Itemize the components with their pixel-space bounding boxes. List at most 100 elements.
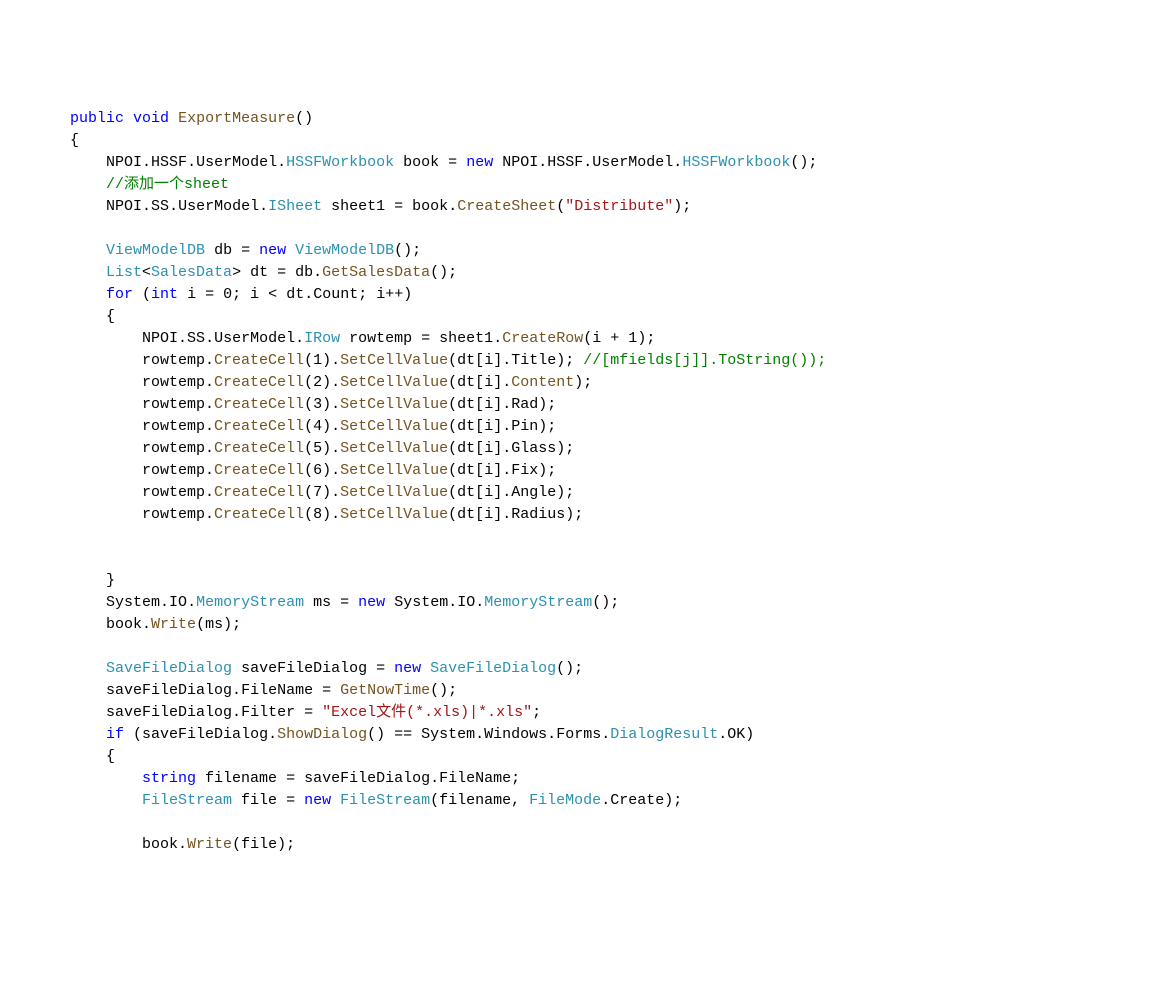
variable: saveFileDialog xyxy=(106,682,232,699)
variable: dt xyxy=(457,462,475,479)
variable: filename xyxy=(439,792,511,809)
variable: book xyxy=(106,616,142,633)
type: HSSF xyxy=(547,154,583,171)
variable: rowtemp xyxy=(349,330,412,347)
brace-open: { xyxy=(106,748,115,765)
variable: i xyxy=(484,352,493,369)
method: CreateCell xyxy=(214,374,304,391)
keyword-void: void xyxy=(133,110,169,127)
variable: db xyxy=(214,242,232,259)
method: CreateCell xyxy=(214,506,304,523)
property: OK xyxy=(727,726,745,743)
variable: filename xyxy=(205,770,277,787)
variable: i xyxy=(484,506,493,523)
variable: sheet1 xyxy=(439,330,493,347)
number: 8 xyxy=(313,506,322,523)
type: DialogResult xyxy=(610,726,718,743)
method: SetCellValue xyxy=(340,374,448,391)
variable: i xyxy=(187,286,196,303)
type: FileStream xyxy=(340,792,430,809)
variable: i xyxy=(484,484,493,501)
method: CreateRow xyxy=(502,330,583,347)
variable: rowtemp xyxy=(142,418,205,435)
code-line: public void ExportMeasure() xyxy=(70,110,313,127)
number: 4 xyxy=(313,418,322,435)
brace-open: { xyxy=(106,308,115,325)
code-line: rowtemp.CreateCell(1).SetCellValue(dt[i]… xyxy=(70,352,826,369)
variable: dt xyxy=(457,352,475,369)
variable: i xyxy=(376,286,385,303)
type: Windows xyxy=(484,726,547,743)
type: SaveFileDialog xyxy=(430,660,556,677)
variable: dt xyxy=(457,418,475,435)
type: ViewModelDB xyxy=(295,242,394,259)
type: ISheet xyxy=(268,198,322,215)
code-line: saveFileDialog.FileName = GetNowTime(); xyxy=(70,682,457,699)
type: System xyxy=(394,594,448,611)
type: IRow xyxy=(304,330,340,347)
operator: < xyxy=(268,286,277,303)
type: FileStream xyxy=(142,792,232,809)
code-line: rowtemp.CreateCell(2).SetCellValue(dt[i]… xyxy=(70,374,592,391)
variable: ms xyxy=(205,616,223,633)
code-line: rowtemp.CreateCell(6).SetCellValue(dt[i]… xyxy=(70,462,556,479)
variable: book xyxy=(403,154,439,171)
variable: rowtemp xyxy=(142,462,205,479)
keyword-new: new xyxy=(466,154,493,171)
keyword-new: new xyxy=(358,594,385,611)
code-line: { xyxy=(70,308,115,325)
code-line: rowtemp.CreateCell(8).SetCellValue(dt[i]… xyxy=(70,506,583,523)
code-line: if (saveFileDialog.ShowDialog() == Syste… xyxy=(70,726,754,743)
code-line: } xyxy=(70,572,115,589)
method-name: ExportMeasure xyxy=(178,110,295,127)
type: NPOI xyxy=(142,330,178,347)
variable: dt xyxy=(286,286,304,303)
method: CreateSheet xyxy=(457,198,556,215)
string: "Excel文件(*.xls)|*.xls" xyxy=(322,704,532,721)
code-line: //添加一个sheet xyxy=(70,176,229,193)
code-block: public void ExportMeasure() { NPOI.HSSF.… xyxy=(70,108,1131,856)
code-line: { xyxy=(70,748,115,765)
operator: ++ xyxy=(385,286,403,303)
keyword-int: int xyxy=(151,286,178,303)
variable: rowtemp xyxy=(142,352,205,369)
variable: dt xyxy=(457,374,475,391)
type: List xyxy=(106,264,142,281)
string: "Distribute" xyxy=(565,198,673,215)
variable: rowtemp xyxy=(142,484,205,501)
number: 6 xyxy=(313,462,322,479)
type: System xyxy=(421,726,475,743)
code-line: rowtemp.CreateCell(5).SetCellValue(dt[i]… xyxy=(70,440,574,457)
code-line: { xyxy=(70,132,79,149)
variable: file xyxy=(241,792,277,809)
variable: rowtemp xyxy=(142,396,205,413)
method: SetCellValue xyxy=(340,352,448,369)
method: SetCellValue xyxy=(340,418,448,435)
variable: dt xyxy=(457,484,475,501)
operator: + xyxy=(610,330,619,347)
method: CreateCell xyxy=(214,462,304,479)
type: IO xyxy=(169,594,187,611)
type: NPOI xyxy=(502,154,538,171)
variable: i xyxy=(592,330,601,347)
code-line: SaveFileDialog saveFileDialog = new Save… xyxy=(70,660,583,677)
variable: i xyxy=(484,462,493,479)
code-line: NPOI.HSSF.UserModel.HSSFWorkbook book = … xyxy=(70,154,817,171)
variable: i xyxy=(484,418,493,435)
property: Count xyxy=(313,286,358,303)
code-line: for (int i = 0; i < dt.Count; i++) xyxy=(70,286,412,303)
property: Angle xyxy=(511,484,556,501)
method: CreateCell xyxy=(214,352,304,369)
code-line: string filename = saveFileDialog.FileNam… xyxy=(70,770,520,787)
variable: saveFileDialog xyxy=(304,770,430,787)
variable: dt xyxy=(457,506,475,523)
number: 5 xyxy=(313,440,322,457)
code-line: saveFileDialog.Filter = "Excel文件(*.xls)|… xyxy=(70,704,541,721)
variable: i xyxy=(250,286,259,303)
variable: i xyxy=(484,396,493,413)
property: Pin xyxy=(511,418,538,435)
method: CreateCell xyxy=(214,396,304,413)
keyword-new: new xyxy=(259,242,286,259)
comment: //添加一个sheet xyxy=(106,176,229,193)
method: Write xyxy=(187,836,232,853)
